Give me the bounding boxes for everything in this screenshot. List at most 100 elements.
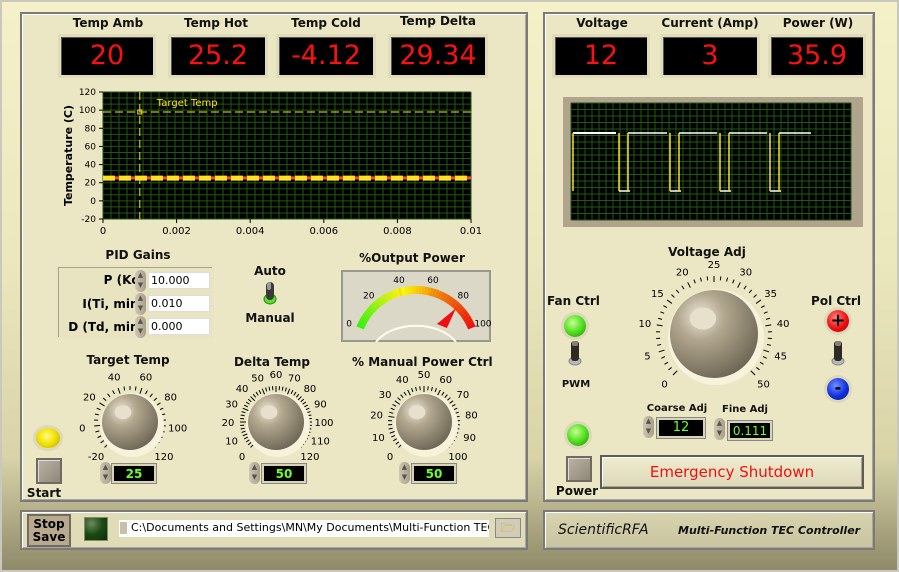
temp-cold-label: Temp Cold [291, 16, 361, 30]
gauge-arc-segment [467, 323, 476, 330]
knob-tick [759, 361, 764, 365]
voltage-adj-knob[interactable]: 0 5 10 15 20 25 30 35 40 45 50 [632, 260, 792, 400]
target-temp-display[interactable]: 25 [111, 463, 157, 484]
coarse-adj-display[interactable]: 12 [656, 417, 706, 439]
gauge-tick-label: 0 [346, 319, 352, 329]
gauge-arc-segment [458, 308, 467, 316]
y-tick-label: 60 [85, 142, 97, 152]
gauge-arc-segment [369, 303, 378, 312]
target-temp-knob[interactable]: -20 0 20 40 60 80 100 120 [68, 368, 188, 464]
knob-tick [245, 439, 250, 443]
fine-adj-spinner[interactable]: ▲ ▼ [714, 418, 725, 440]
knob-tick [748, 289, 753, 294]
start-indicator-led [36, 428, 60, 448]
knob-tick [389, 411, 394, 414]
knob-tick [732, 279, 735, 284]
knob-tick [403, 391, 407, 396]
knob-tick [94, 424, 101, 427]
temp-amb-label: Temp Amb [72, 16, 144, 30]
manual-label: Manual [245, 311, 295, 325]
knob-tick [242, 407, 249, 411]
manual-power-knob[interactable]: 010 20 30 40 50 60 70 80 90 100 [364, 368, 484, 464]
knob-tick-label: 70 [288, 374, 301, 385]
x-tick-label: 0.004 [236, 226, 265, 237]
knob-tick [437, 389, 441, 396]
knob-tick-label: -20 [88, 452, 104, 463]
y-tick-label: -20 [81, 215, 96, 225]
pid-d-input[interactable]: 0.000 [148, 318, 210, 335]
knob-tick [453, 407, 458, 411]
polarity-toggle[interactable] [829, 339, 847, 367]
knob-dial [396, 394, 452, 450]
x-tick-label: 0 [100, 226, 106, 237]
knob-tick [668, 367, 672, 371]
x-tick-label: 0.008 [383, 226, 412, 237]
knob-tick [241, 411, 246, 414]
temp-hot-label: Temp Hot [183, 16, 249, 30]
knob-tick [255, 391, 259, 396]
coarse-adj-spinner[interactable]: ▲ ▼ [643, 416, 654, 438]
knob-tick [295, 393, 300, 398]
delta-temp-spinner[interactable]: ▲ ▼ [249, 462, 260, 484]
knob-tick [766, 344, 771, 346]
knob-tick [95, 430, 100, 433]
gauge-arc-segment [446, 296, 454, 305]
fan-status-led [564, 315, 586, 337]
power-button[interactable] [566, 456, 592, 482]
manual-power-display[interactable]: 50 [411, 463, 457, 484]
path-field[interactable]: C:\Documents and Settings\MN\My Document… [119, 520, 489, 537]
pid-i-input[interactable]: 0.010 [148, 295, 210, 312]
browse-folder-button[interactable]: 🗁 [495, 518, 521, 538]
gauge-arc-segment [395, 288, 401, 298]
temperature-graph[interactable]: 120 100 80 60 40 20 0 -20 0 0.002 0.004 0.006 0.008 0… [52, 82, 492, 242]
pid-i-spinner[interactable]: ▲ ▼ [135, 293, 146, 315]
manual-power-title: % Manual Power Ctrl [352, 355, 493, 369]
knob-tick [763, 311, 768, 314]
output-power-title: %Output Power [359, 251, 465, 265]
fan-pwm-toggle[interactable] [566, 339, 584, 367]
pid-p-input[interactable]: 10.000 [148, 272, 210, 289]
y-tick-label: 40 [85, 161, 97, 171]
knob-tick [658, 317, 663, 320]
gauge-arc-segment [371, 301, 380, 310]
gauge-arc-segment [389, 290, 396, 300]
fine-adj-display[interactable]: 0.111 [727, 420, 773, 441]
emergency-shutdown-button[interactable]: Emergency Shutdown [600, 455, 864, 489]
knob-tick-label: 20 [676, 268, 689, 279]
knob-tick [675, 289, 680, 294]
knob-tick [149, 393, 153, 398]
knob-tick-label: 60 [270, 370, 283, 381]
start-button[interactable] [36, 458, 62, 484]
knob-tick [388, 415, 395, 418]
gauge-arc-segment [429, 287, 435, 297]
knob-tick-label: 20 [83, 392, 96, 403]
delta-temp-display[interactable]: 50 [261, 463, 307, 484]
gauge-arc-segment [441, 293, 449, 302]
knob-tick [743, 285, 747, 290]
manual-power-spinner[interactable]: ▲ ▼ [399, 462, 410, 484]
knob-tick-label: 100 [314, 418, 333, 429]
pid-p-spinner[interactable]: ▲ ▼ [135, 270, 146, 292]
pid-d-spinner[interactable]: ▲ ▼ [135, 316, 146, 338]
knob-tick [240, 414, 245, 417]
knob-tick-label: 0 [387, 452, 393, 463]
target-temp-spinner[interactable]: ▲ ▼ [100, 462, 111, 484]
company-name: ScientificRFA [558, 522, 649, 538]
auto-manual-toggle[interactable] [260, 280, 280, 306]
knob-tick [755, 299, 762, 304]
knob-tick-label: 35 [764, 289, 777, 300]
y-tick-label: 0 [90, 197, 96, 207]
gauge-arc-segment [461, 313, 470, 320]
knob-tick [134, 386, 137, 391]
gauge-face [341, 270, 491, 342]
knob-dial [248, 394, 304, 450]
voltage-adj-title: Voltage Adj [668, 245, 746, 259]
knob-tick [394, 400, 401, 405]
knob-tick-label: 80 [465, 410, 478, 421]
knob-tick [123, 386, 126, 391]
y-tick-label: 80 [85, 124, 97, 134]
knob-tick [94, 413, 99, 416]
knob-tick-label: 80 [164, 392, 177, 403]
stop-save-button[interactable]: Stop Save [27, 514, 71, 547]
delta-temp-knob[interactable]: 010 20 30 4050 60 7080 90 100 110 120 [214, 368, 334, 464]
